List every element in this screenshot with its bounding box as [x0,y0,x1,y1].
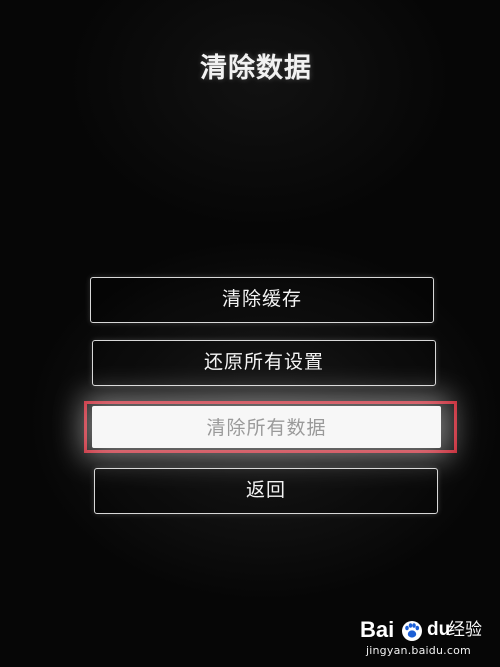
watermark-brand-right: du [427,619,451,640]
reset-all-settings-button[interactable]: 还原所有设置 [92,340,436,386]
baidu-jingyan-watermark: Bai du 经验 jingyan.baidu.com [352,617,492,661]
clear-all-data-button[interactable]: 清除所有数据 [92,406,441,448]
tv-screen: 清除数据 清除缓存 还原所有设置 清除所有数据 返回 Bai du 经验 jin… [0,0,500,667]
watermark-brand-suffix: 经验 [448,620,482,640]
watermark-url: jingyan.baidu.com [366,644,471,657]
page-title: 清除数据 [200,53,312,84]
watermark-logo: Bai du 经验 [352,617,492,643]
paw-icon [402,621,422,641]
clear-cache-button[interactable]: 清除缓存 [90,277,434,323]
watermark-brand-left: Bai [360,617,395,642]
back-button[interactable]: 返回 [94,468,438,514]
